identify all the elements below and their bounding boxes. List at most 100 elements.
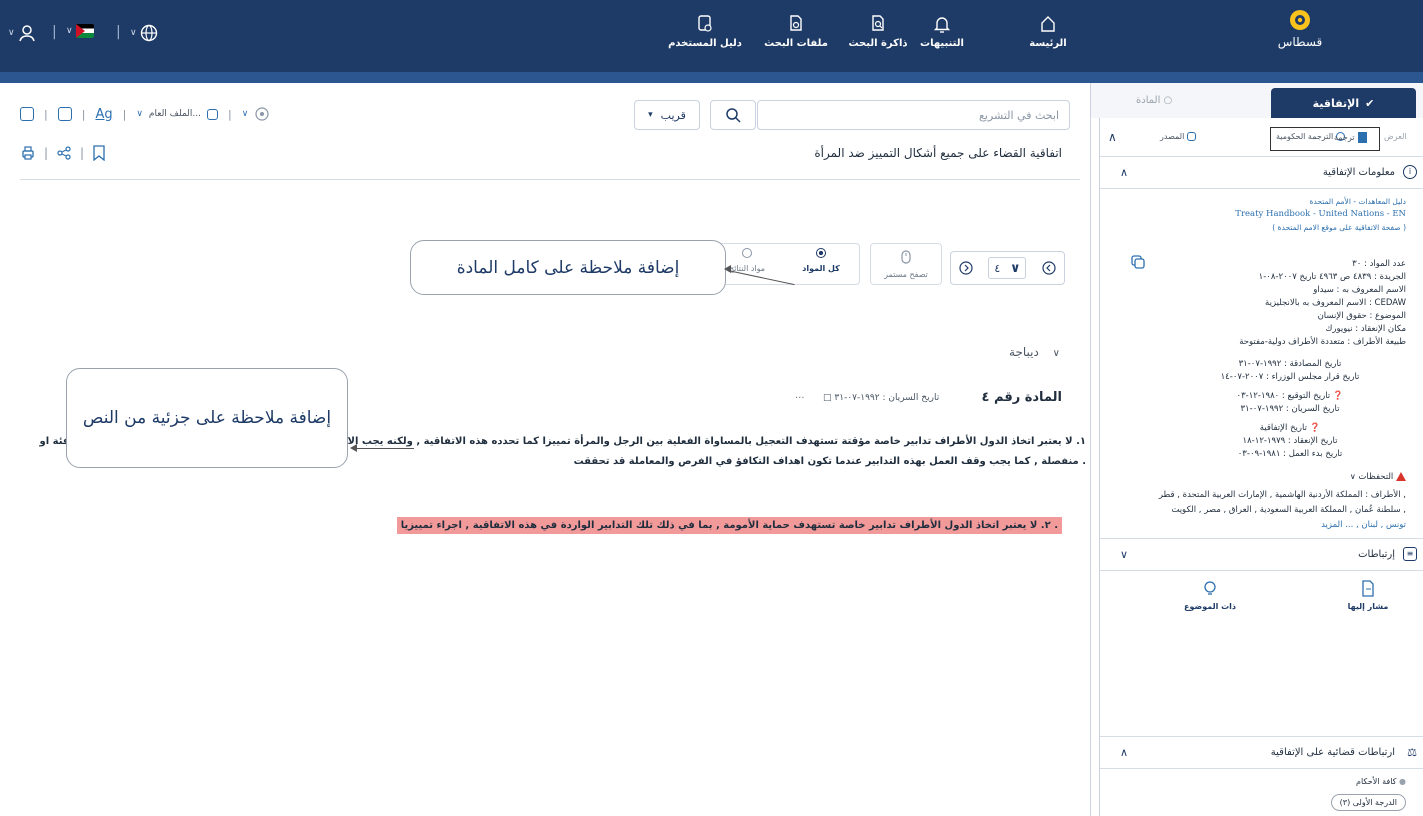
divider xyxy=(20,179,1080,180)
check-circle-icon: ✔ xyxy=(1365,96,1375,110)
effective-date-text: تاريخ السريان : ١٩٩٢-٠٧-٣١ xyxy=(834,393,940,403)
print-box-icon[interactable] xyxy=(20,107,34,121)
next-article-icon[interactable] xyxy=(958,260,974,276)
info-line: الاسم المعروف به بالانجليزية : CEDAW xyxy=(1265,298,1406,308)
all-rulings-option[interactable]: كافة الأحكام ● xyxy=(1356,775,1406,788)
proximity-select[interactable]: ▾ قريب xyxy=(634,100,700,130)
section-judicial-links[interactable]: ∧ ارتباطات قضائية على الإتفاقية ⚖ xyxy=(1100,738,1423,766)
parties-line: سلطنة عُمان , المملكة العربية السعودية ,… xyxy=(1171,505,1406,515)
section-treaty-info[interactable]: ∧ معلومات الإتفاقية i xyxy=(1100,158,1423,186)
callout-whole-article: إضافة ملاحظة على كامل المادة xyxy=(410,240,726,295)
general-file-select[interactable]: الملف العام... xyxy=(149,109,201,119)
preamble-toggle[interactable]: ديباجة ∨ xyxy=(1009,345,1060,359)
article-paragraph-2[interactable]: ٢. لا يعتبر اتخاذ الدول الأطراف تدابير خ… xyxy=(396,517,1062,534)
referenced-link[interactable]: مشار إليها xyxy=(1338,580,1398,611)
chip-label: ترجمة xyxy=(1334,133,1355,142)
source-translation[interactable]: ترجمة xyxy=(1334,132,1367,143)
nav-home[interactable]: الرئيسة xyxy=(1006,14,1090,49)
same-topic-link[interactable]: ذات الموضوع xyxy=(1180,580,1240,611)
first-degree-filter[interactable]: الدرجة الأولى (٣) xyxy=(1330,794,1406,811)
search-files-icon xyxy=(790,15,802,31)
un-page-link[interactable]: ( صفحة الاتفاقية على موقع الامم المتحدة … xyxy=(1272,221,1406,234)
app-logo[interactable]: قسطاس xyxy=(1270,8,1330,49)
divider xyxy=(1100,736,1423,737)
print-icon[interactable] xyxy=(20,145,36,161)
info-icon: i xyxy=(1403,165,1417,179)
preamble-label: ديباجة xyxy=(1009,345,1039,359)
highlighted-text[interactable]: ٢. لا يعتبر اتخاذ الدول الأطراف تدابير خ… xyxy=(396,517,1062,534)
nav-notifications[interactable]: التنبيهات xyxy=(900,14,984,49)
reservations-title: التحفظات xyxy=(1358,472,1394,482)
radio-icon: ● xyxy=(1399,777,1406,786)
treaty-handbook-link[interactable]: Treaty Handbook - United Nations - EN xyxy=(1235,208,1406,221)
mouse-icon xyxy=(901,250,911,264)
signature-date: تاريخ التوقيع : ١٩٨٠-١٢-٠٣ ❓ xyxy=(1236,391,1344,401)
warning-icon xyxy=(1396,472,1406,481)
nav-user-guide[interactable]: دليل المستخدم xyxy=(663,14,747,49)
chevron-down-icon: ∨ xyxy=(66,26,73,36)
nav-label: ملفات البحث xyxy=(764,38,828,49)
chevron-down-icon: ∨ xyxy=(1052,348,1060,359)
language-selector[interactable]: ∨ xyxy=(130,24,158,42)
chevron-down-icon: ∨ xyxy=(136,109,143,119)
section-links[interactable]: ∨ إرتباطات ≡ xyxy=(1100,540,1423,568)
continuous-browse-toggle[interactable]: تصفح مستمر xyxy=(870,243,942,285)
share-icon[interactable] xyxy=(56,145,72,161)
export-icon[interactable] xyxy=(57,107,72,121)
search-button[interactable] xyxy=(710,100,756,130)
article-number-select[interactable]: ٤ ∨ xyxy=(988,257,1027,279)
cabinet-date: تاريخ قرار مجلس الوزراء : ٢٠٠٧-٠٧-١٤ xyxy=(1220,372,1360,382)
bookmark-icon[interactable] xyxy=(92,145,106,161)
source-original[interactable]: المصدر xyxy=(1160,132,1197,141)
link-label: مشار إليها xyxy=(1347,602,1389,611)
article-more-button[interactable]: ... xyxy=(795,390,805,401)
tab-treaty[interactable]: الإتفاقية ✔ xyxy=(1271,88,1416,118)
chip-label: الترجمة الحكومية xyxy=(1276,132,1334,141)
parties-more-link[interactable]: تونس , لبنان , ... المزيد xyxy=(1321,519,1406,532)
bell-icon xyxy=(933,17,951,33)
double-chevron-up-icon[interactable]: ∧ xyxy=(1108,130,1117,144)
link-label: ذات الموضوع xyxy=(1183,602,1236,611)
treaty-guide-link[interactable]: دليل المعاهدات - الأمم المتحدة xyxy=(1309,195,1406,208)
font-size-button[interactable]: Ag xyxy=(95,107,112,122)
article-navigator: ٤ ∨ xyxy=(950,251,1065,285)
info-line: مكان الإنعقاد : نيويورك xyxy=(1325,324,1406,334)
treaty-sidebar: المادة ○ الإتفاقية ✔ ∧ المصدر الترجمة ال… xyxy=(1090,83,1423,816)
tab-label: المادة xyxy=(1136,95,1161,106)
prev-article-icon[interactable] xyxy=(1041,260,1057,276)
help-icon[interactable]: ❓ xyxy=(1310,423,1321,433)
source-display[interactable]: العرض xyxy=(1384,132,1407,141)
document-toolbar: | | Ag | ∨ الملف العام... | ∨ xyxy=(20,106,270,122)
help-icon[interactable]: ❓ xyxy=(1333,391,1344,401)
referenced-doc-icon xyxy=(1362,580,1374,597)
user-icon xyxy=(18,25,35,42)
search-input[interactable]: ابحث في التشريع xyxy=(757,100,1070,130)
copy-icon[interactable] xyxy=(1130,254,1146,270)
chevron-down-icon: ∨ xyxy=(1120,547,1129,561)
country-selector[interactable]: ∨ xyxy=(66,24,94,38)
reservations-toggle[interactable]: ∨ التحفظات xyxy=(1350,470,1406,484)
arrow-head-icon xyxy=(350,444,357,452)
entry-into-force-date: تاريخ بدء العمل : ١٩٨١-٠٩-٠٣ xyxy=(1237,449,1343,459)
tab-article[interactable]: المادة ○ xyxy=(1136,95,1172,106)
radio-icon xyxy=(742,248,752,258)
info-line: طبيعة الأطراف : متعددة الأطراف دولية-مفت… xyxy=(1239,337,1406,347)
target-icon[interactable] xyxy=(254,106,270,122)
divider xyxy=(1100,156,1423,157)
nav-label: الرئيسة xyxy=(1029,38,1067,49)
translation-icon xyxy=(1357,132,1367,143)
tab-label: الإتفاقية xyxy=(1312,96,1360,110)
treaty-panel: ∧ المصدر الترجمة الحكومية ترجمة العرض ∧ … xyxy=(1099,118,1423,816)
nav-search-files[interactable]: ملفات البحث xyxy=(754,14,838,49)
chevron-down-icon: ∨ xyxy=(130,28,137,38)
all-rulings-label: كافة الأحكام xyxy=(1356,777,1397,786)
lightbulb-icon xyxy=(1204,581,1216,595)
all-articles-option[interactable]: كل المواد xyxy=(786,248,856,273)
divider xyxy=(1100,538,1423,539)
chevron-down-icon: ▾ xyxy=(648,110,653,120)
top-navigation-bar: ∨ | ∨ | ∨ دليل المستخدم ملفات البحث ذاكر… xyxy=(0,0,1423,72)
proximity-label: قريب xyxy=(660,108,686,122)
user-menu[interactable]: ∨ xyxy=(8,24,36,42)
arrow-head-icon xyxy=(724,265,731,273)
jordan-flag-icon xyxy=(75,24,94,38)
